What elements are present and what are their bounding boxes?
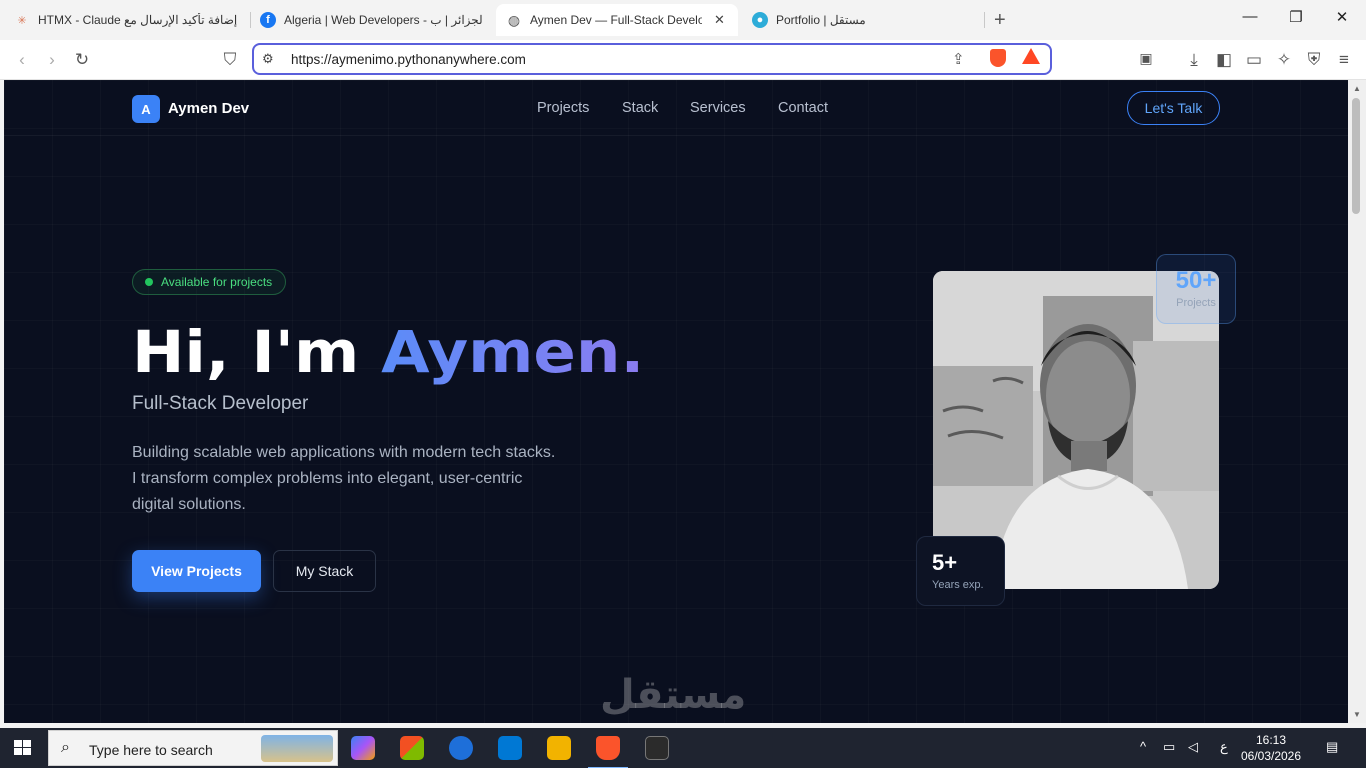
store-icon[interactable] (400, 736, 424, 760)
mostaql-icon: ● (752, 12, 768, 28)
hero-subtitle: Full-Stack Developer (132, 393, 309, 414)
tab-mostaql[interactable]: ● Portfolio | مستقل (752, 6, 974, 34)
windows-start-icon[interactable] (14, 740, 32, 756)
close-window-icon[interactable]: ✕ (1332, 8, 1352, 26)
nav-contact[interactable]: Contact (778, 100, 828, 116)
facebook-icon: f (260, 12, 276, 28)
restore-icon[interactable]: ❐ (1286, 8, 1306, 26)
forward-icon[interactable]: › (42, 50, 62, 70)
brave-rewards-icon[interactable] (1022, 48, 1040, 64)
browser-tab-strip: ✳ HTMX - Claude إضافة تأكيد الإرسال مع f… (0, 0, 1366, 40)
reader-mode-icon[interactable]: ▣ (1136, 50, 1156, 67)
minimize-icon[interactable]: — (1240, 8, 1260, 25)
nav-projects[interactable]: Projects (537, 100, 589, 116)
logo-text[interactable]: Aymen Dev (168, 100, 249, 117)
sidebar-icon[interactable]: ◧ (1214, 50, 1234, 70)
claude-icon: ✳ (17, 14, 27, 27)
nav-services[interactable]: Services (690, 100, 746, 116)
menu-icon[interactable]: ≡ (1334, 50, 1354, 70)
notifications-icon[interactable]: ▤ (1326, 739, 1338, 755)
bookmark-icon[interactable]: ⛉ (220, 50, 240, 70)
tab-aymen-dev[interactable]: ◍ Aymen Dev — Full-Stack Develo ✕ (496, 4, 738, 36)
file-explorer-icon[interactable] (547, 736, 571, 760)
my-stack-button[interactable]: My Stack (273, 550, 376, 592)
scroll-down-icon[interactable]: ▼ (1353, 710, 1361, 719)
view-projects-button[interactable]: View Projects (132, 550, 261, 592)
vscode-icon[interactable] (498, 736, 522, 760)
page-scrollbar[interactable]: ▲ ▼ (1348, 80, 1366, 723)
years-stat-label: Years exp. (932, 579, 984, 591)
windows-taskbar: ⌕ Type here to search ^ ▭ ◁ ع 16:13 06/0… (0, 728, 1366, 768)
address-bar[interactable]: ⚙ https://aymenimo.pythonanywhere.com ⇪ (252, 43, 1052, 75)
nav-stack[interactable]: Stack (622, 100, 658, 116)
reload-icon[interactable]: ↻ (72, 50, 92, 70)
hero-title-name: Aymen. (381, 318, 645, 386)
years-stat-card: 5+ Years exp. (916, 536, 1005, 606)
leo-ai-icon[interactable]: ✧ (1274, 50, 1294, 70)
brave-shields-icon[interactable] (990, 49, 1006, 67)
web-page: A Aymen Dev Projects Stack Services Cont… (4, 80, 1348, 723)
url-text[interactable]: https://aymenimo.pythonanywhere.com (291, 52, 526, 67)
tab-facebook[interactable]: f Algeria | Web Developers - الجزائر | ب (260, 6, 482, 34)
projects-stat-label: Projects (1176, 297, 1216, 309)
taskbar-clock[interactable]: 16:13 06/03/2026 (1236, 732, 1306, 764)
vpn-icon[interactable]: ⛨ (1304, 50, 1324, 70)
tray-chevron-icon[interactable]: ^ (1140, 739, 1146, 754)
downloads-icon[interactable]: ⤓ (1184, 50, 1204, 70)
projects-stat-value: 50+ (1175, 267, 1217, 294)
site-settings-icon[interactable]: ⚙ (262, 51, 274, 67)
search-highlight-image (261, 735, 333, 762)
projects-stat-card: 50+ Projects (1156, 254, 1236, 324)
site-navbar: A Aymen Dev Projects Stack Services Cont… (4, 80, 1348, 136)
close-tab-icon[interactable]: ✕ (714, 12, 725, 28)
years-stat-value: 5+ (932, 550, 958, 575)
wallet-icon[interactable]: ▭ (1244, 50, 1264, 70)
network-icon[interactable]: ▭ (1163, 739, 1175, 755)
language-indicator[interactable]: ع (1220, 739, 1228, 755)
brave-taskbar-icon[interactable] (588, 736, 628, 768)
scroll-up-icon[interactable]: ▲ (1353, 84, 1361, 93)
volume-muted-icon[interactable]: ◁ (1188, 739, 1198, 755)
back-icon[interactable]: ‹ (12, 50, 32, 70)
tab-separator (250, 12, 251, 28)
hero-title-prefix: Hi, I'm (132, 318, 382, 386)
new-tab-icon[interactable]: + (994, 9, 1006, 32)
lets-talk-button[interactable]: Let's Talk (1127, 91, 1220, 125)
status-dot (145, 278, 153, 286)
availability-badge: Available for projects (132, 269, 287, 295)
browser-toolbar: ‹ › ↻ ⛉ ⚙ https://aymenimo.pythonanywher… (0, 40, 1366, 80)
terminal-icon[interactable] (645, 736, 669, 760)
mostaql-watermark: مستقل (600, 672, 747, 718)
globe-icon: ◍ (507, 11, 521, 28)
app-icon[interactable] (449, 736, 473, 760)
hero-description: Building scalable web applications with … (132, 444, 556, 513)
hero-title: Hi, I'm Aymen. (132, 318, 644, 386)
scrollbar-thumb[interactable] (1352, 98, 1360, 214)
taskbar-search-box[interactable]: ⌕ Type here to search (48, 730, 338, 766)
search-icon: ⌕ (61, 739, 70, 756)
logo-badge[interactable]: A (132, 95, 160, 123)
tab-claude[interactable]: ✳ HTMX - Claude إضافة تأكيد الإرسال مع (14, 6, 242, 34)
share-icon[interactable]: ⇪ (952, 50, 965, 68)
copilot-icon[interactable] (351, 736, 375, 760)
tab-separator (984, 12, 985, 28)
